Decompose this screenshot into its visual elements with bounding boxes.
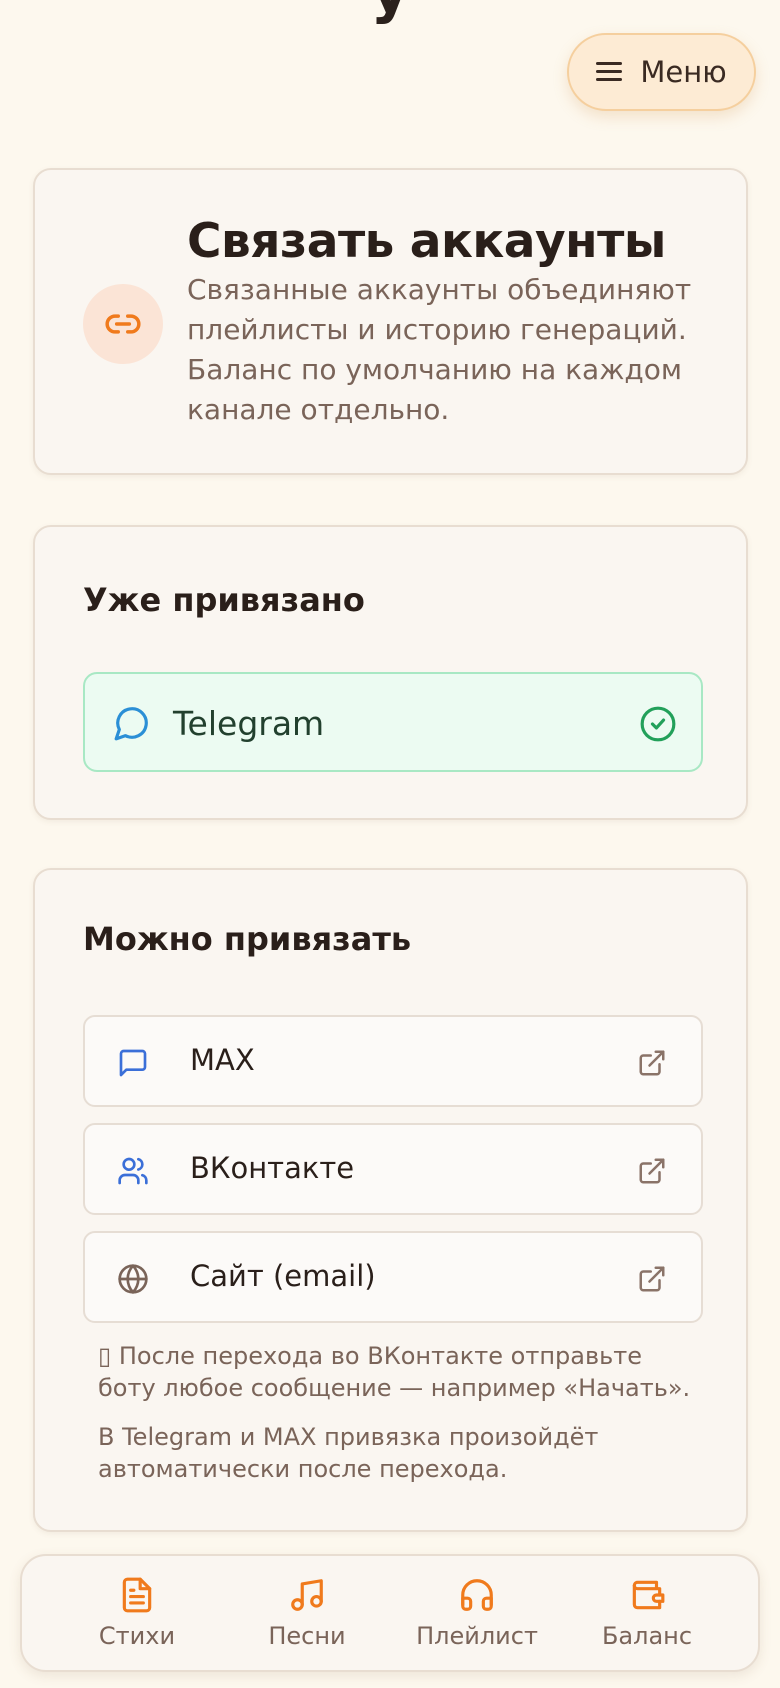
- nav-item-balance[interactable]: Баланс: [562, 1556, 732, 1674]
- wallet-icon: [628, 1576, 666, 1616]
- link-option-vk[interactable]: ВКонтакте: [83, 1123, 703, 1215]
- hamburger-icon: [596, 62, 623, 82]
- link-option-label: Сайт (email): [190, 1259, 376, 1293]
- nav-item-playlist[interactable]: Плейлист: [392, 1556, 562, 1674]
- headphones-icon: [458, 1576, 496, 1616]
- nav-label: Песни: [268, 1622, 346, 1650]
- page-title: Связать аккаунты: [187, 214, 666, 269]
- linked-section-title: Уже привязано: [83, 581, 365, 619]
- nav-item-verses[interactable]: Стихи: [52, 1556, 222, 1674]
- external-link-icon: [637, 1156, 667, 1190]
- link-option-site-email[interactable]: Сайт (email): [83, 1231, 703, 1323]
- vk-hint-note: ▯ После перехода во ВКонтакте отправьте …: [98, 1342, 691, 1402]
- nav-item-songs[interactable]: Песни: [222, 1556, 392, 1674]
- auto-link-note: В Telegram и MAX привязка произойдёт авт…: [98, 1423, 599, 1483]
- users-icon: [117, 1155, 149, 1191]
- music-icon: [288, 1576, 326, 1616]
- linked-item-label: Telegram: [173, 704, 325, 743]
- link-icon: [83, 284, 163, 364]
- external-link-icon: [637, 1048, 667, 1082]
- check-circle-icon: [639, 705, 677, 747]
- page-header-cut: у: [0, 0, 780, 26]
- nav-label: Плейлист: [416, 1622, 538, 1650]
- link-option-max[interactable]: MAX: [83, 1015, 703, 1107]
- page-description: Связанные аккаунты объединяют плейлисты …: [187, 273, 692, 426]
- chat-bubble-icon: [113, 704, 151, 746]
- linkable-accounts-card: Можно привязать MAX ВКонтакте Сайт (emai…: [33, 868, 748, 1532]
- file-text-icon: [118, 1576, 156, 1616]
- linkable-section-title: Можно привязать: [83, 920, 412, 958]
- linked-item-telegram: Telegram: [83, 672, 703, 772]
- nav-label: Стихи: [98, 1622, 176, 1650]
- globe-icon: [117, 1263, 149, 1299]
- menu-button[interactable]: Меню: [567, 33, 756, 111]
- external-link-icon: [637, 1264, 667, 1298]
- link-accounts-card: Связать аккаунты Связанные аккаунты объе…: [33, 168, 748, 475]
- link-option-label: MAX: [190, 1043, 255, 1077]
- linked-accounts-card: Уже привязано Telegram: [33, 525, 748, 820]
- nav-label: Баланс: [601, 1622, 693, 1650]
- bottom-nav: Стихи Песни Плейлист Баланс: [20, 1554, 760, 1672]
- link-option-label: ВКонтакте: [190, 1151, 355, 1185]
- message-square-icon: [117, 1047, 149, 1083]
- menu-label: Меню: [640, 55, 727, 89]
- page: у Меню Связать аккаунты Связанные аккаун…: [0, 0, 780, 1688]
